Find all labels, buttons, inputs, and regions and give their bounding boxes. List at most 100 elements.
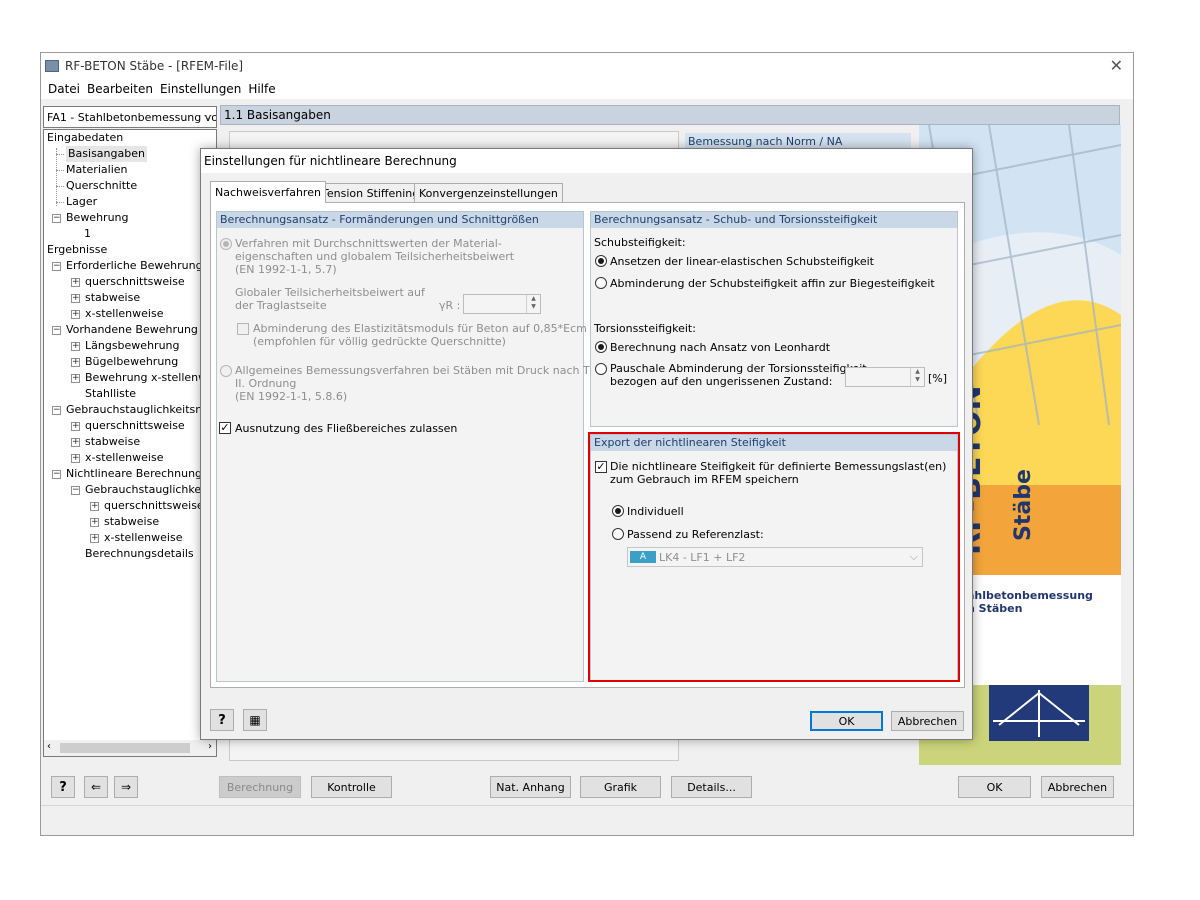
group-shear-torsion: Berechnungsansatz - Schub- und Torsionss… (590, 211, 958, 427)
dialog-help-button[interactable]: ? (210, 709, 234, 731)
tree-collapse-icon[interactable]: − (52, 326, 61, 335)
main-abbrechen-button[interactable]: Abbrechen (1041, 776, 1114, 798)
tree-collapse-icon[interactable]: − (71, 486, 80, 495)
menu-hilfe[interactable]: Hilfe (248, 82, 275, 96)
tree-item-erf-x-stellenweise[interactable]: x-stellenweise (85, 306, 163, 322)
highlight-frame (588, 432, 960, 682)
tree-item-nl-stabweise[interactable]: stabweise (104, 514, 159, 530)
tree-expand-icon[interactable]: + (71, 358, 80, 367)
gamma-r-input[interactable]: ▲ ▼ (463, 294, 541, 314)
tree-item-stahlliste[interactable]: Stahlliste (85, 386, 136, 402)
tab-tension-stiffening[interactable]: Tension Stiffening (317, 183, 425, 202)
dialog-defaults-button[interactable]: ▦ (243, 709, 267, 731)
factor-label-line2: der Traglastseite (235, 299, 327, 312)
tab-nachweisverfahren[interactable]: Nachweisverfahren (210, 181, 326, 203)
export-icon: ⇒ (120, 780, 132, 794)
app-icon (45, 60, 59, 72)
spin-arrows-icon[interactable]: ▲ ▼ (910, 368, 924, 386)
tree-expand-icon[interactable]: + (71, 454, 80, 463)
tree-expand-icon[interactable]: + (71, 278, 80, 287)
tree-item-geb-querschnittsweise[interactable]: querschnittsweise (85, 418, 185, 434)
scroll-left-icon[interactable]: ‹ (47, 741, 51, 752)
scroll-right-icon[interactable]: › (208, 741, 212, 752)
nat-anhang-button[interactable]: Nat. Anhang (490, 776, 571, 798)
tree-item-gebrauchstauglichkeit[interactable]: Gebrauchstauglichkeitsnach (66, 402, 216, 418)
design-case-select[interactable]: FA1 - Stahlbetonbemessung vo ⌵ (43, 106, 217, 128)
tree-item-bewehrung[interactable]: Bewehrung (66, 210, 129, 226)
tree-expand-icon[interactable]: + (90, 502, 99, 511)
tree-expand-icon[interactable]: + (71, 342, 80, 351)
tree-item-geb-x-stellenweise[interactable]: x-stellenweise (85, 450, 163, 466)
spin-arrows-icon[interactable]: ▲ ▼ (526, 295, 540, 313)
reduce-e-label-line2: (empfohlen für völlig gedrückte Querschn… (253, 335, 506, 348)
radio-general-method[interactable] (220, 365, 232, 377)
tree-item-vorhandene-bewehrung[interactable]: Vorhandene Bewehrung (66, 322, 198, 338)
radio-average-values[interactable] (220, 238, 232, 250)
tree-expand-icon[interactable]: + (90, 518, 99, 527)
export-button[interactable]: ⇒ (114, 776, 138, 798)
tree-expand-icon[interactable]: + (71, 438, 80, 447)
menubar: Datei Bearbeiten Einstellungen Hilfe (41, 79, 1133, 99)
tab-konvergenzeinstellungen[interactable]: Konvergenzeinstellungen (414, 183, 563, 202)
tree-item-nl-querschnittsweise[interactable]: querschnittsweise (104, 498, 204, 514)
torsion-stiffness-label: Torsionssteifigkeit: (594, 322, 696, 335)
tree-item-geb-stabweise[interactable]: stabweise (85, 434, 140, 450)
radio-shear-linear-elastic[interactable] (595, 255, 607, 267)
yield-range-label: Ausnutzung des Fließbereiches zulassen (235, 422, 458, 435)
main-ok-button[interactable]: OK (958, 776, 1031, 798)
grafik-button[interactable]: Grafik (580, 776, 661, 798)
option-general-method-line1: Allgemeines Bemessungsverfahren bei Stäb… (235, 364, 625, 377)
tree-collapse-icon[interactable]: − (52, 406, 61, 415)
tree-item-bewehrung-x-stellenweise[interactable]: Bewehrung x-stellenweise (85, 370, 216, 386)
kontrolle-button[interactable]: Kontrolle (311, 776, 392, 798)
tree-item-erforderliche-bewehrung[interactable]: Erforderliche Bewehrung (66, 258, 203, 274)
tree-item-querschnitte[interactable]: Querschnitte (66, 178, 137, 194)
tree-collapse-icon[interactable]: − (52, 470, 61, 479)
tree-item-nl-x-stellenweise[interactable]: x-stellenweise (104, 530, 182, 546)
radio-torsion-flat-reduction[interactable] (595, 363, 607, 375)
checkbox-reduce-e-modulus[interactable] (237, 323, 249, 335)
menu-datei[interactable]: Datei (48, 82, 80, 96)
tree-item-erf-stabweise[interactable]: stabweise (85, 290, 140, 306)
tree-item-berechnungsdetails[interactable]: Berechnungsdetails (85, 546, 194, 562)
tree-item-bewehrung-1[interactable]: 1 (84, 226, 91, 242)
option-average-values-line2: eigenschaften und globalem Teilsicherhei… (235, 250, 515, 263)
tree-item-nl-gebrauchstauglichkeit[interactable]: Gebrauchstauglichkeit (85, 482, 209, 498)
help-button[interactable]: ? (51, 776, 75, 798)
import-button[interactable]: ⇐ (84, 776, 108, 798)
dialog-title: Einstellungen für nichtlineare Berechnun… (201, 149, 972, 173)
tree-line (56, 148, 57, 206)
tree-item-lager[interactable]: Lager (66, 194, 97, 210)
tree-hscrollbar[interactable]: ‹ › (44, 740, 216, 756)
tree-item-basisangaben[interactable]: Basisangaben (66, 146, 147, 162)
tree-item-laengsbewehrung[interactable]: Längsbewehrung (85, 338, 180, 354)
tree-item-nichtlineare-berechnung[interactable]: Nichtlineare Berechnung (66, 466, 202, 482)
dialog-abbrechen-button[interactable]: Abbrechen (891, 711, 964, 731)
option-average-values-line3: (EN 1992-1-1, 5.7) (235, 263, 337, 276)
torsion-reduction-input[interactable]: ▲ ▼ (845, 367, 925, 387)
scroll-thumb[interactable] (60, 743, 190, 753)
radio-shear-reduction[interactable] (595, 277, 607, 289)
tree-expand-icon[interactable]: + (71, 294, 80, 303)
tree-expand-icon[interactable]: + (71, 374, 80, 383)
tree-item-erf-querschnittsweise[interactable]: querschnittsweise (85, 274, 185, 290)
tree-item-materialien[interactable]: Materialien (66, 162, 127, 178)
tree-item-ergebnisse[interactable]: Ergebnisse (47, 242, 107, 258)
menu-einstellungen[interactable]: Einstellungen (160, 82, 241, 96)
berechnung-button[interactable]: Berechnung (219, 776, 301, 798)
dialog-ok-button[interactable]: OK (810, 711, 883, 731)
checkbox-yield-range[interactable]: ✓ (219, 422, 231, 434)
tree-collapse-icon[interactable]: − (52, 214, 61, 223)
tree-item-buegelbewehrung[interactable]: Bügelbewehrung (85, 354, 178, 370)
tree-expand-icon[interactable]: + (71, 422, 80, 431)
tree-collapse-icon[interactable]: − (52, 262, 61, 271)
close-icon[interactable]: ✕ (1110, 56, 1123, 75)
nonlinear-settings-dialog: Einstellungen für nichtlineare Berechnun… (200, 148, 973, 740)
tree-item-eingabedaten[interactable]: Eingabedaten (47, 130, 123, 146)
tree-expand-icon[interactable]: + (71, 310, 80, 319)
tree-expand-icon[interactable]: + (90, 534, 99, 543)
radio-torsion-leonhardt[interactable] (595, 341, 607, 353)
details-button[interactable]: Details... (671, 776, 752, 798)
banner-caption-2: n Stäben (967, 602, 1023, 615)
menu-bearbeiten[interactable]: Bearbeiten (87, 82, 153, 96)
